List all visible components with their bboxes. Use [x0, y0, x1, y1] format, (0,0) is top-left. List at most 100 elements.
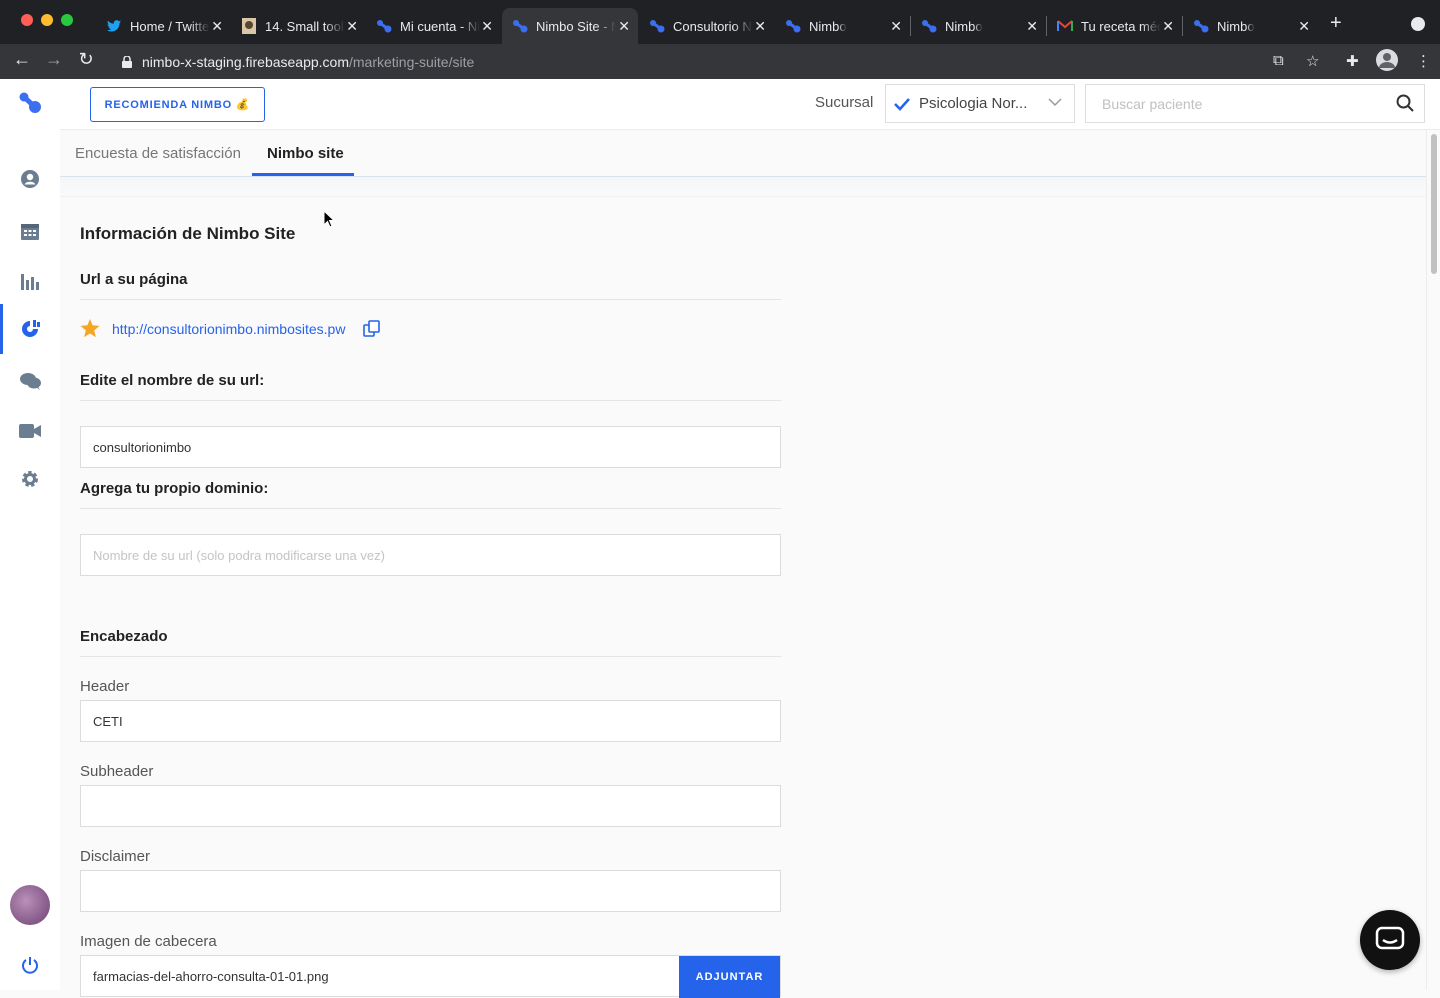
edit-url-heading: Edite el nombre de su url:: [80, 372, 265, 389]
close-tab-icon[interactable]: ✕: [1162, 18, 1174, 35]
browser-tab-active[interactable]: Nimbo Site - Nimbo ✕: [502, 8, 638, 44]
browser-tab[interactable]: 14. Small tools ✕: [231, 8, 366, 44]
check-icon: [894, 97, 910, 111]
tab-label: Nimbo: [1217, 18, 1255, 34]
header-field[interactable]: [80, 700, 781, 742]
avatar[interactable]: [10, 885, 50, 925]
encabezado-heading: Encabezado: [80, 628, 168, 645]
tab-label: Nimbo: [809, 18, 847, 34]
url-name-field[interactable]: [80, 426, 781, 468]
bar-chart-icon[interactable]: [18, 269, 42, 293]
subheader-input[interactable]: [93, 798, 753, 814]
close-window-button[interactable]: [21, 14, 33, 26]
url-host: nimbo-x-staging.firebaseapp.com: [142, 53, 349, 70]
app-sidebar: [0, 79, 60, 990]
user-icon[interactable]: [18, 167, 42, 191]
video-camera-icon[interactable]: [18, 419, 42, 443]
copy-icon[interactable]: [363, 319, 381, 338]
site-url-row: http://consultorionimbo.nimbosites.pw: [80, 319, 381, 338]
close-tab-icon[interactable]: ✕: [618, 18, 630, 35]
address-bar[interactable]: nimbo-x-staging.firebaseapp.com/marketin…: [110, 47, 1330, 76]
close-tab-icon[interactable]: ✕: [1298, 18, 1310, 35]
header-image-input[interactable]: [93, 968, 753, 984]
browser-tab[interactable]: Nimbo ✕: [775, 8, 910, 44]
nimbo-icon: [1193, 18, 1209, 34]
power-icon[interactable]: [18, 953, 42, 977]
gear-icon[interactable]: [18, 467, 42, 491]
patient-search[interactable]: [1085, 84, 1425, 123]
marketing-icon[interactable]: [18, 317, 42, 341]
maximize-window-button[interactable]: [61, 14, 73, 26]
tab-label: Consultorio Nimbo: [673, 18, 753, 34]
header-image-field[interactable]: ADJUNTAR: [80, 955, 781, 998]
tab-label: Nimbo Site - Nimbo: [536, 18, 616, 34]
gmail-icon: [1057, 18, 1073, 34]
divider: [80, 656, 781, 657]
disclaimer-input[interactable]: [93, 883, 753, 899]
disclaimer-label: Disclaimer: [80, 848, 151, 865]
chat-widget-button[interactable]: [1360, 910, 1420, 970]
tab-search-icon[interactable]: [1411, 17, 1425, 31]
close-tab-icon[interactable]: ✕: [754, 18, 766, 35]
extensions-icon[interactable]: ✚: [1346, 52, 1359, 70]
site-url-link[interactable]: http://consultorionimbo.nimbosites.pw: [112, 321, 345, 337]
nimbo-icon: [785, 18, 801, 34]
divider: [80, 508, 781, 509]
subheader-field[interactable]: [80, 785, 781, 827]
nimbo-icon: [921, 18, 937, 34]
disclaimer-field[interactable]: [80, 870, 781, 912]
tab-label: Home / Twitter: [130, 18, 210, 34]
recommend-nimbo-button[interactable]: RECOMIENDA NIMBO 💰: [90, 87, 265, 122]
profile-avatar-icon[interactable]: [1376, 49, 1398, 75]
search-icon[interactable]: [1396, 94, 1414, 117]
twitter-icon: [106, 18, 122, 34]
domain-field[interactable]: [80, 534, 781, 576]
back-arrow-icon[interactable]: ←: [10, 49, 34, 70]
kebab-menu-icon[interactable]: ⋮: [1416, 52, 1431, 70]
close-tab-icon[interactable]: ✕: [890, 18, 902, 35]
active-tab-underline: [252, 173, 354, 176]
lock-icon: [122, 55, 132, 68]
page-scrollbar[interactable]: [1426, 130, 1440, 990]
calendar-icon[interactable]: [18, 219, 42, 243]
tab-label: Mi cuenta - Nimbo: [400, 18, 480, 34]
browser-tab[interactable]: Nimbo ✕: [911, 8, 1046, 44]
tab-nimbo-site[interactable]: Nimbo site: [267, 145, 344, 162]
chat-icon[interactable]: [18, 369, 42, 393]
browser-tab-bar: Home / Twitter ✕ 14. Small tools ✕ Mi cu…: [0, 0, 1440, 44]
nimbo-icon: [512, 18, 528, 34]
close-tab-icon[interactable]: ✕: [481, 18, 493, 35]
reload-icon[interactable]: ↻: [74, 49, 98, 70]
attach-button[interactable]: ADJUNTAR: [679, 956, 780, 998]
url-name-input[interactable]: [93, 439, 753, 455]
close-tab-icon[interactable]: ✕: [1026, 18, 1038, 35]
tab-encuesta[interactable]: Encuesta de satisfacción: [75, 145, 241, 162]
bookmark-star-icon[interactable]: ☆: [1306, 52, 1319, 70]
browser-tab[interactable]: Tu receta médica ✕: [1047, 8, 1182, 44]
browser-tab[interactable]: Home / Twitter ✕: [96, 8, 231, 44]
header-input[interactable]: [93, 713, 753, 729]
scrollbar-thumb[interactable]: [1431, 134, 1437, 274]
open-in-new-icon[interactable]: ⧉: [1273, 52, 1284, 69]
new-tab-icon[interactable]: +: [1330, 12, 1342, 35]
forward-arrow-icon[interactable]: →: [42, 49, 66, 70]
browser-tab[interactable]: Consultorio Nimbo ✕: [639, 8, 774, 44]
search-input[interactable]: [1102, 95, 1382, 112]
page-tabs: Encuesta de satisfacción Nimbo site: [60, 130, 1426, 177]
book-icon: [241, 18, 257, 34]
minimize-window-button[interactable]: [41, 14, 53, 26]
tab-label: Nimbo: [945, 18, 983, 34]
sucursal-select[interactable]: Psicologia Nor...: [885, 84, 1075, 123]
close-tab-icon[interactable]: ✕: [211, 18, 223, 35]
nimbo-icon: [649, 18, 665, 34]
chevron-down-icon: [1048, 95, 1062, 110]
tab-label: Tu receta médica: [1081, 18, 1161, 34]
nimbo-logo-icon[interactable]: [18, 91, 42, 115]
star-icon: [80, 319, 100, 338]
browser-tab[interactable]: Nimbo ✕: [1183, 8, 1318, 44]
url-heading: Url a su página: [80, 271, 188, 288]
close-tab-icon[interactable]: ✕: [346, 18, 358, 35]
domain-input[interactable]: [93, 547, 753, 563]
tabs-divider: [60, 177, 1426, 197]
browser-tab[interactable]: Mi cuenta - Nimbo ✕: [366, 8, 501, 44]
